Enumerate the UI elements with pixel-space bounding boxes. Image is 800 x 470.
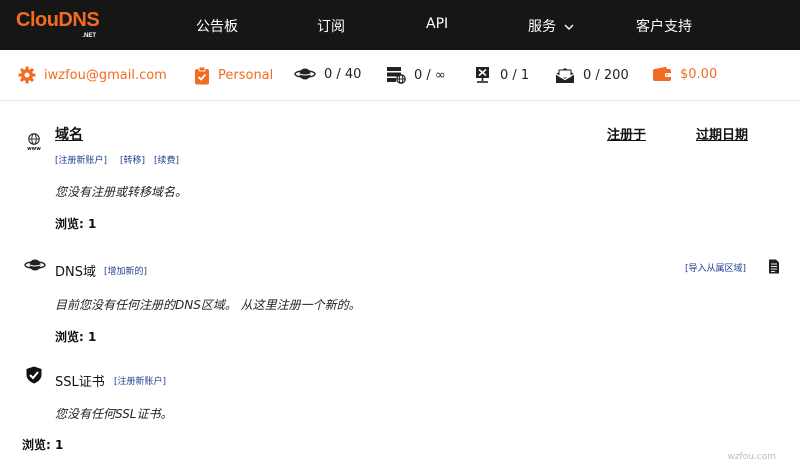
domains-empty-message: 您没有注册或转移域名。 <box>55 185 188 199</box>
account-balance[interactable]: $0.00 <box>652 66 717 82</box>
import-slave-zone-link[interactable]: [导入从属区域] <box>685 261 746 274</box>
top-navbar: ClouDNS .NET 公告板 订阅 API 服务 客户支持 <box>0 0 800 50</box>
nav-services[interactable]: 服务 <box>528 16 574 36</box>
account-plan[interactable]: Personal <box>194 66 273 85</box>
mail-forwards-text: 0 / 200 <box>583 67 629 83</box>
planet-icon <box>294 68 316 80</box>
domains-title[interactable]: 域名 <box>55 124 83 144</box>
register-ssl-link[interactable]: [注册新账户] <box>114 374 166 387</box>
domains-browse-count: 浏览: 1 <box>55 217 97 231</box>
col-registrar[interactable]: 注册于 <box>607 124 646 143</box>
logo-sub: .NET <box>82 33 96 39</box>
account-status-bar: iwzfou@gmail.com Personal 0 / 40 0 / ∞ 0… <box>0 50 800 101</box>
nav-services-label: 服务 <box>528 19 556 35</box>
dns-zones-text: 0 / 40 <box>324 66 362 82</box>
account-email[interactable]: iwzfou@gmail.com <box>18 66 167 84</box>
ssl-browse-count: 浏览: 1 <box>22 438 64 452</box>
nav-bulletin[interactable]: 公告板 <box>196 16 238 36</box>
cloudns-logo[interactable]: ClouDNS .NET <box>16 7 100 41</box>
nav-support[interactable]: 客户支持 <box>636 16 692 36</box>
email-text: iwzfou@gmail.com <box>44 67 167 83</box>
chevron-down-icon <box>564 24 574 30</box>
monitor-alert-icon <box>476 67 489 83</box>
register-domain-link[interactable]: [注册新账户] <box>55 153 107 166</box>
balance-text: $0.00 <box>680 66 718 82</box>
dns-empty-message: 目前您没有任何注册的DNS区域。 从这里注册一个新的。 <box>55 298 361 312</box>
planet-icon <box>24 259 46 271</box>
monitoring-text: 0 / 1 <box>500 67 530 83</box>
transfer-domain-link[interactable]: [转移] <box>120 153 145 166</box>
mail-forwards-count[interactable]: 0 / 200 <box>555 66 629 84</box>
clipboard-check-icon <box>195 66 209 85</box>
plan-text: Personal <box>218 68 274 83</box>
cloud-domains-text: 0 / ∞ <box>414 67 446 83</box>
shield-check-icon <box>26 366 42 384</box>
add-dns-zone-link[interactable]: [增加新的] <box>104 264 147 277</box>
gear-icon <box>18 66 36 84</box>
svg-text:www: www <box>27 146 41 151</box>
ssl-empty-message: 您没有任何SSL证书。 <box>55 407 173 421</box>
dns-zones-title[interactable]: DNS域 <box>55 261 96 280</box>
col-expiry[interactable]: 过期日期 <box>696 124 748 143</box>
nav-api[interactable]: API <box>426 16 448 32</box>
logo-text: ClouDNS <box>16 9 100 31</box>
monitoring-count[interactable]: 0 / 1 <box>474 66 529 84</box>
dns-zones-count[interactable]: 0 / 40 <box>294 66 361 82</box>
wallet-icon <box>653 66 671 81</box>
cloud-domains-count[interactable]: 0 / ∞ <box>386 66 446 84</box>
nav-subscribe[interactable]: 订阅 <box>317 16 345 36</box>
document-icon[interactable] <box>768 259 780 274</box>
watermark: wzfou.com <box>727 452 776 462</box>
renew-domain-link[interactable]: [续费] <box>154 153 179 166</box>
dns-browse-count: 浏览: 1 <box>55 330 97 344</box>
mail-open-icon <box>555 68 575 83</box>
server-globe-icon <box>387 67 406 84</box>
www-globe-icon: www <box>27 133 41 151</box>
ssl-title[interactable]: SSL证书 <box>55 371 105 390</box>
